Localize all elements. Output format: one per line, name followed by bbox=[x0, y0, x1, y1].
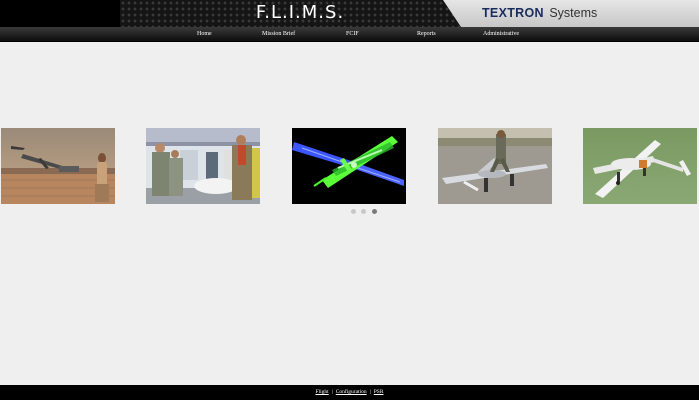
carousel-slide-uav-field-launch[interactable] bbox=[1, 128, 115, 204]
brand-name: TEXTRON bbox=[482, 6, 544, 20]
footer-link-configuration[interactable]: Configuration bbox=[336, 389, 367, 395]
nav-item-home[interactable]: Home bbox=[197, 29, 212, 39]
carousel-slide-soldier-with-uav[interactable] bbox=[438, 128, 552, 204]
uav-wireframe-render bbox=[292, 128, 406, 204]
footer-link-flight[interactable]: Flight bbox=[315, 389, 328, 395]
carousel-dot-3[interactable] bbox=[372, 209, 377, 214]
nav-item-fcif[interactable]: FCIF bbox=[346, 29, 359, 39]
textron-logo: TEXTRON Systems bbox=[482, 6, 597, 21]
footer-separator: | bbox=[369, 389, 371, 395]
header-banner: F.L.I.M.S. TEXTRON Systems bbox=[0, 0, 699, 27]
carousel-slide-soldiers-tent[interactable] bbox=[146, 128, 260, 204]
main-nav: Home Mission Brief FCIF Reports Administ… bbox=[0, 27, 699, 42]
carousel-slide-uav-on-grass[interactable] bbox=[583, 128, 697, 204]
carousel-dot-2[interactable] bbox=[361, 209, 366, 214]
nav-item-administrative[interactable]: Administrative bbox=[483, 29, 519, 39]
uav-field-launch-photo bbox=[1, 128, 115, 204]
nav-item-reports[interactable]: Reports bbox=[417, 29, 436, 39]
nav-item-mission-brief[interactable]: Mission Brief bbox=[262, 29, 295, 39]
footer-separator: | bbox=[331, 389, 333, 395]
soldiers-tent-display-photo bbox=[146, 128, 260, 204]
soldier-with-uav-runway-photo bbox=[438, 128, 552, 204]
footer-bar: Flight | Configuration | PSR bbox=[0, 385, 699, 400]
uav-on-grass-photo bbox=[583, 128, 697, 204]
footer-link-psr[interactable]: PSR bbox=[374, 389, 384, 395]
footer-links: Flight | Configuration | PSR bbox=[0, 388, 699, 397]
carousel-dot-1[interactable] bbox=[351, 209, 356, 214]
brand-suffix: Systems bbox=[549, 6, 598, 20]
carousel-slide-uav-wireframe[interactable] bbox=[292, 128, 406, 204]
